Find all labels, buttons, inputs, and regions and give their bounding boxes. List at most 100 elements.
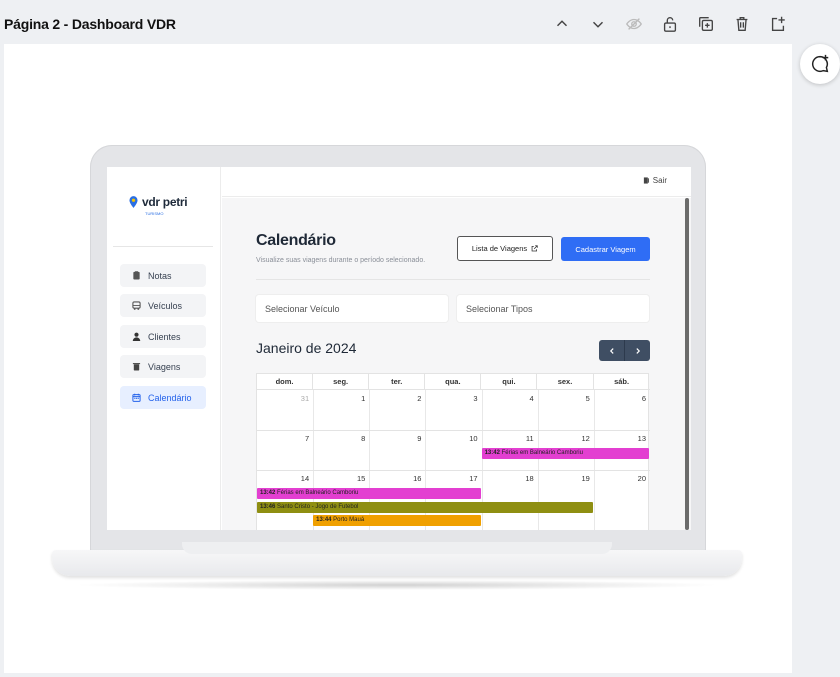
clipboard-icon — [133, 271, 140, 280]
logo-text: vdr petri — [142, 195, 188, 209]
calendar-day[interactable]: 15 — [315, 474, 365, 483]
event-title: Santo Cristo - Jogo de Futebol — [277, 503, 359, 510]
main-content: Calendário Visualize suas viagens durant… — [222, 198, 691, 530]
chevron-left-icon — [609, 347, 614, 354]
calendar-day[interactable]: 6 — [596, 394, 646, 403]
sidebar-item-notas[interactable]: Notas — [120, 264, 206, 287]
trash-icon[interactable] — [732, 14, 752, 34]
door-icon — [643, 177, 649, 184]
calendar-day[interactable]: 16 — [371, 474, 421, 483]
calendar-day[interactable]: 12 — [540, 434, 590, 443]
trip-list-button[interactable]: Lista de Viagens — [457, 236, 553, 261]
calendar-icon — [132, 393, 141, 402]
sidebar-item-veiculos[interactable]: Veículos — [120, 294, 206, 317]
calendar-event[interactable]: 13:46 Santo Cristo - Jogo de Futebol — [257, 501, 593, 513]
external-link-icon — [531, 245, 538, 252]
calendar-day[interactable]: 1 — [315, 394, 365, 403]
logo-subtitle: TURISMO — [145, 211, 164, 216]
sidebar-item-label: Notas — [148, 270, 172, 281]
event-title: Férias em Balneário Camboriu — [501, 450, 583, 456]
trash-icon — [132, 363, 141, 371]
calendar-day[interactable]: 17 — [428, 474, 477, 483]
calendar-day[interactable]: 4 — [484, 394, 534, 403]
calendar-day[interactable]: 10 — [428, 434, 477, 443]
bus-icon — [132, 301, 141, 310]
eye-off-icon[interactable] — [624, 14, 644, 34]
weekday-header: dom. seg. ter. qua. qui. sex. sáb. — [257, 374, 650, 390]
month-nav — [599, 340, 650, 361]
types-select[interactable]: Selecionar Tipos — [457, 295, 649, 322]
unlock-icon[interactable] — [660, 14, 680, 34]
calendar-day[interactable]: 18 — [484, 474, 533, 483]
month-label: Janeiro de 2024 — [256, 340, 357, 356]
calendar-day[interactable]: 31 — [259, 394, 309, 403]
add-comment-button[interactable] — [800, 44, 840, 84]
weekday-label: dom. — [257, 374, 314, 389]
calendar-day[interactable]: 3 — [428, 394, 477, 403]
sidebar-item-calendario[interactable]: Calendário — [120, 386, 206, 409]
chevron-right-icon — [635, 347, 640, 354]
calendar-day[interactable]: 5 — [540, 394, 590, 403]
duplicate-icon[interactable] — [696, 14, 716, 34]
weekday-label: qui. — [481, 374, 538, 389]
trip-list-label: Lista de Viagens — [471, 244, 528, 253]
calendar-day[interactable]: 19 — [540, 474, 590, 483]
divider — [256, 279, 650, 280]
event-time: 13:42 — [260, 490, 278, 496]
location-pin-icon — [129, 196, 138, 208]
design-canvas[interactable]: vdr petri TURISMO Notas Veículos Cliente… — [4, 44, 792, 673]
user-icon — [132, 332, 141, 341]
laptop-screen: vdr petri TURISMO Notas Veículos Cliente… — [107, 167, 691, 530]
page-title: Página 2 - Dashboard VDR — [4, 16, 176, 32]
calendar-day[interactable]: 20 — [596, 474, 646, 483]
event-title: Porto Mauá — [333, 517, 365, 523]
sidebar-divider — [113, 246, 213, 247]
chevron-up-icon[interactable] — [552, 14, 572, 34]
grid-line — [593, 390, 595, 530]
next-month-button[interactable] — [624, 340, 650, 361]
sidebar-item-label: Viagens — [148, 361, 181, 372]
sidebar-item-label: Clientes — [148, 331, 181, 342]
calendar-day[interactable]: 9 — [371, 434, 421, 443]
app-sidebar: vdr petri TURISMO Notas Veículos Cliente… — [107, 167, 221, 530]
weekday-label: seg. — [313, 374, 370, 389]
weekday-label: sáb. — [614, 377, 630, 386]
weekday-label: ter. — [369, 374, 426, 389]
weekday-label: qua. — [425, 374, 482, 389]
logout-button[interactable]: Sair — [643, 176, 667, 185]
app-header: Sair — [222, 167, 691, 197]
event-time: 13:44 — [316, 517, 334, 523]
calendar-day[interactable]: 11 — [484, 434, 534, 443]
sidebar-item-viagens[interactable]: Viagens — [120, 355, 206, 378]
event-title: Férias em Balneário Camboriu — [277, 490, 359, 496]
laptop-base — [52, 542, 742, 594]
chevron-down-icon[interactable] — [588, 14, 608, 34]
scrollbar[interactable] — [685, 198, 689, 530]
sidebar-item-label: Calendário — [148, 392, 192, 403]
add-page-icon[interactable] — [768, 14, 788, 34]
calendar-day[interactable]: 14 — [259, 474, 309, 483]
new-trip-button[interactable]: Cadastrar Viagem — [561, 237, 650, 261]
calendar-day[interactable]: 2 — [371, 394, 421, 403]
logout-label: Sair — [652, 176, 667, 185]
sidebar-item-label: Veículos — [148, 300, 183, 311]
calendar-day[interactable]: 7 — [259, 434, 309, 443]
calendar-subtitle: Visualize suas viagens durante o período… — [256, 257, 426, 264]
calendar-event[interactable]: 13:42 Férias em Balneário Camboriu — [481, 448, 649, 459]
calendar-title: Calendário — [256, 232, 336, 249]
weekday-label: sex. — [537, 374, 594, 389]
grid-line — [257, 430, 650, 431]
event-time: 13:42 — [484, 450, 502, 456]
vehicle-select[interactable]: Selecionar Veículo — [256, 295, 448, 322]
editor-toolbar: Página 2 - Dashboard VDR — [0, 0, 840, 44]
calendar-grid: dom. seg. ter. qua. qui. sex. sáb. 31 1 2 3… — [256, 373, 650, 530]
calendar-day[interactable]: 13 — [596, 434, 646, 443]
calendar-event[interactable]: 13:42 Férias em Balneário Camboriu — [257, 488, 481, 499]
sidebar-item-clientes[interactable]: Clientes — [120, 325, 206, 348]
event-time: 13:46 — [260, 503, 278, 510]
calendar-day[interactable]: 8 — [315, 434, 365, 443]
calendar-event[interactable]: 13:44 Porto Mauá — [313, 515, 481, 526]
grid-line — [257, 470, 650, 471]
prev-month-button[interactable] — [599, 340, 624, 361]
add-comment-icon — [811, 54, 829, 73]
